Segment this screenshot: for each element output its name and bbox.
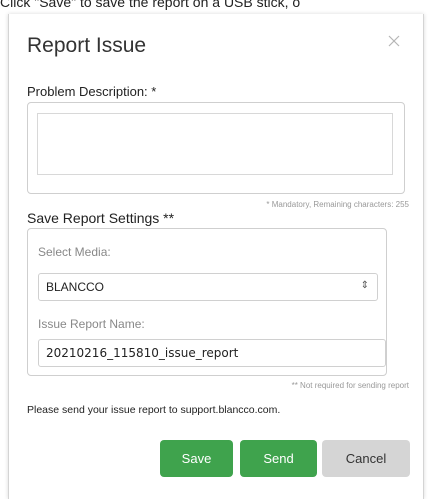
top-instruction-text: Click "Save" to save the report on a USB… <box>0 0 301 10</box>
issue-report-name-input[interactable] <box>38 339 386 367</box>
select-media-label: Select Media: <box>38 245 111 259</box>
send-info-text: Please send your issue report to support… <box>27 404 281 416</box>
report-issue-dialog: Report Issue Problem Description: * * Ma… <box>8 14 424 499</box>
updown-arrow-icon: ⇕ <box>360 280 369 291</box>
dialog-title: Report Issue <box>27 34 147 57</box>
close-button[interactable] <box>387 34 405 52</box>
problem-description-field[interactable] <box>37 113 393 175</box>
cancel-button[interactable]: Cancel <box>322 440 410 477</box>
issue-report-name-label: Issue Report Name: <box>38 317 145 331</box>
send-button[interactable]: Send <box>240 440 317 477</box>
select-media-value: BLANCCO <box>46 280 105 294</box>
problem-description-container <box>27 102 405 194</box>
save-report-settings-container: Select Media: BLANCCO ⇕ Issue Report Nam… <box>27 228 387 376</box>
not-required-note: ** Not required for sending report <box>291 381 409 390</box>
save-button[interactable]: Save <box>160 440 233 477</box>
select-media-dropdown[interactable]: BLANCCO ⇕ <box>38 273 378 301</box>
close-icon <box>388 35 400 47</box>
mandatory-note: * Mandatory, Remaining characters: 255 <box>266 200 409 209</box>
save-report-settings-label: Save Report Settings ** <box>27 210 175 226</box>
problem-description-label: Problem Description: * <box>27 84 157 99</box>
